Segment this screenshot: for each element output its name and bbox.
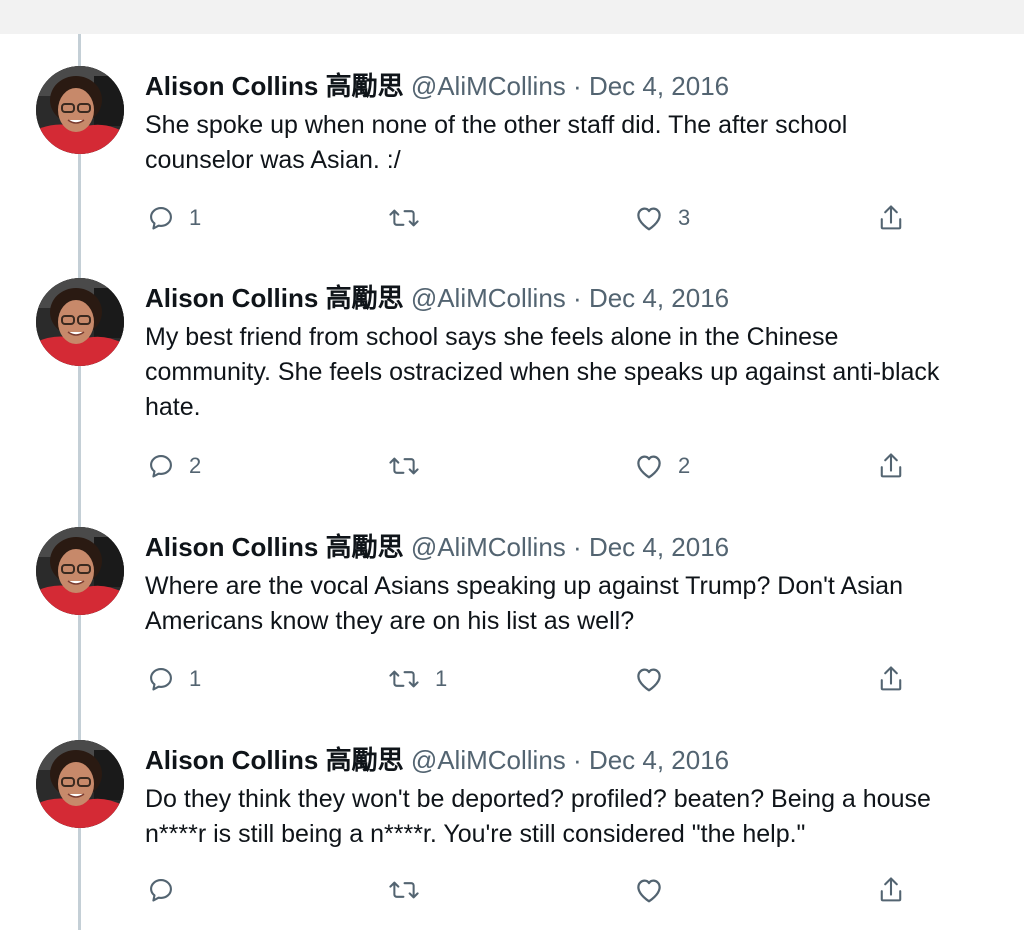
like-button[interactable] <box>634 870 678 910</box>
display-name[interactable]: Alison Collins 高勵思 <box>145 71 404 101</box>
user-handle[interactable]: @AliMCollins <box>411 532 566 562</box>
like-count: 3 <box>678 205 691 230</box>
like-button[interactable] <box>634 659 678 699</box>
heart-icon <box>634 876 664 904</box>
retweet-button[interactable] <box>387 198 435 238</box>
like-button[interactable]: 2 <box>634 446 690 486</box>
tweet-text-line: She spoke up when none of the other staf… <box>145 111 848 139</box>
share-icon <box>877 203 905 233</box>
tweet-text-line: hate. <box>145 393 201 421</box>
tweet-date[interactable]: Dec 4, 2016 <box>589 283 729 313</box>
tweet-text-line: community. She feels ostracized when she… <box>145 358 940 386</box>
retweet-button[interactable]: 1 <box>387 659 447 699</box>
reply-count: 1 <box>189 666 202 691</box>
heart-icon <box>634 452 664 480</box>
share-button[interactable] <box>877 446 905 486</box>
separator-dot: · <box>573 283 582 313</box>
tweet-header: Alison Collins 高勵思 @AliMCollins · Dec 4,… <box>145 531 729 563</box>
avatar[interactable] <box>36 527 124 615</box>
tweet-header: Alison Collins 高勵思 @AliMCollins · Dec 4,… <box>145 744 729 776</box>
like-count: 2 <box>678 453 691 478</box>
share-button[interactable] <box>877 659 905 699</box>
avatar[interactable] <box>36 740 124 828</box>
tweet-actions: 1 3 <box>0 198 1024 238</box>
tweet-text: My best friend from school says she feel… <box>145 320 1024 425</box>
tweet-date[interactable]: Dec 4, 2016 <box>589 745 729 775</box>
share-button[interactable] <box>877 198 905 238</box>
reply-button[interactable]: 2 <box>147 446 201 486</box>
avatar[interactable] <box>36 278 124 366</box>
share-icon <box>877 451 905 481</box>
tweet-actions: 2 2 <box>0 446 1024 486</box>
reply-button[interactable] <box>147 870 189 910</box>
retweet-icon <box>387 876 421 904</box>
tweet-text-line: Where are the vocal Asians speaking up a… <box>145 572 903 600</box>
reply-button[interactable]: 1 <box>147 198 201 238</box>
heart-icon <box>634 665 664 693</box>
reply-count: 1 <box>189 205 202 230</box>
separator-dot: · <box>573 745 582 775</box>
share-icon <box>877 664 905 694</box>
tweet-text-line: counselor was Asian. :/ <box>145 146 401 174</box>
reply-icon <box>147 665 175 693</box>
tweet-date[interactable]: Dec 4, 2016 <box>589 532 729 562</box>
reply-button[interactable]: 1 <box>147 659 201 699</box>
display-name[interactable]: Alison Collins 高勵思 <box>145 283 404 313</box>
tweet-header: Alison Collins 高勵思 @AliMCollins · Dec 4,… <box>145 70 729 102</box>
tweet-text-line: My best friend from school says she feel… <box>145 323 839 351</box>
reply-icon <box>147 452 175 480</box>
avatar[interactable] <box>36 66 124 154</box>
top-bar <box>0 0 1024 34</box>
user-handle[interactable]: @AliMCollins <box>411 283 566 313</box>
display-name[interactable]: Alison Collins 高勵思 <box>145 745 404 775</box>
share-icon <box>877 875 905 905</box>
separator-dot: · <box>573 71 582 101</box>
heart-icon <box>634 204 664 232</box>
user-handle[interactable]: @AliMCollins <box>411 745 566 775</box>
user-handle[interactable]: @AliMCollins <box>411 71 566 101</box>
retweet-icon <box>387 665 421 693</box>
tweet-actions <box>0 870 1024 910</box>
tweet-text: Where are the vocal Asians speaking up a… <box>145 569 1024 639</box>
display-name[interactable]: Alison Collins 高勵思 <box>145 532 404 562</box>
reply-icon <box>147 204 175 232</box>
separator-dot: · <box>573 532 582 562</box>
share-button[interactable] <box>877 870 905 910</box>
tweet-text-line: n****r is still being a n****r. You're s… <box>145 820 806 848</box>
tweet-date[interactable]: Dec 4, 2016 <box>589 71 729 101</box>
retweet-icon <box>387 204 421 232</box>
tweet-text-line: Americans know they are on his list as w… <box>145 607 635 635</box>
retweet-button[interactable] <box>387 870 435 910</box>
retweet-button[interactable] <box>387 446 435 486</box>
retweet-icon <box>387 452 421 480</box>
tweet-actions: 1 1 <box>0 659 1024 699</box>
tweet-text-line: Do they think they won't be deported? pr… <box>145 785 931 813</box>
tweet-header: Alison Collins 高勵思 @AliMCollins · Dec 4,… <box>145 282 729 314</box>
retweet-count: 1 <box>435 666 448 691</box>
like-button[interactable]: 3 <box>634 198 690 238</box>
reply-count: 2 <box>189 453 202 478</box>
tweet-text: Do they think they won't be deported? pr… <box>145 782 1024 852</box>
tweet-text: She spoke up when none of the other staf… <box>145 108 1024 178</box>
reply-icon <box>147 876 175 904</box>
